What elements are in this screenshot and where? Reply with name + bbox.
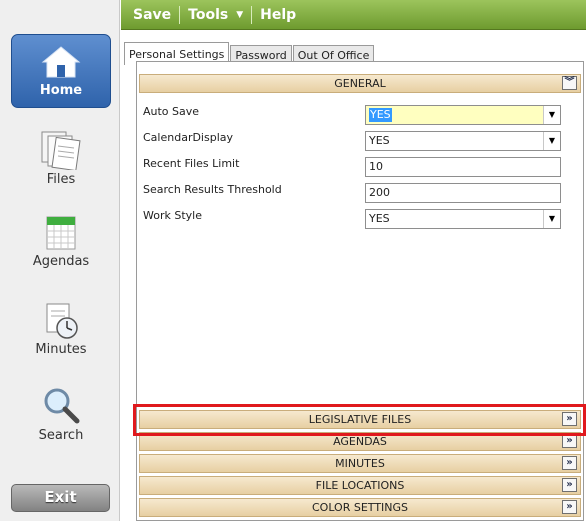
field-label-auto-save: Auto Save — [143, 105, 200, 118]
dropdown-arrow-icon[interactable]: ▼ — [543, 106, 560, 124]
section-header-color-settings[interactable]: COLOR SETTINGS » — [139, 498, 581, 517]
collapse-chevron-icon[interactable]: ︾ — [562, 76, 577, 90]
auto-save-value: YES — [369, 108, 392, 122]
minutes-clock-icon — [46, 303, 78, 339]
exit-button[interactable]: Exit — [11, 484, 110, 512]
recent-files-limit-input[interactable]: 10 — [365, 157, 561, 177]
nav-label-minutes: Minutes — [35, 342, 87, 357]
expand-chevron-icon[interactable]: » — [562, 412, 577, 426]
nav-item-minutes[interactable]: Minutes — [11, 302, 111, 357]
dropdown-arrow-icon[interactable]: ▼ — [543, 132, 560, 150]
expand-chevron-icon[interactable]: » — [562, 434, 577, 448]
section-title-general: GENERAL — [334, 77, 386, 90]
section-title-color-settings: COLOR SETTINGS — [311, 501, 409, 514]
field-label-calendar-display: CalendarDisplay — [143, 131, 234, 144]
dropdown-arrow-icon[interactable]: ▼ — [543, 210, 560, 228]
nav-label-files: Files — [46, 172, 76, 187]
nav-item-home[interactable]: Home — [11, 34, 111, 108]
expand-chevron-icon[interactable]: » — [562, 478, 577, 492]
tools-menu-label: Tools — [188, 6, 229, 23]
save-button[interactable]: Save — [127, 7, 177, 23]
nav-item-files[interactable]: Files — [11, 130, 111, 187]
expand-chevron-icon[interactable]: » — [562, 500, 577, 514]
chevron-down-icon: ▼ — [236, 9, 244, 20]
nav-item-agendas[interactable]: Agendas — [11, 214, 111, 269]
search-results-threshold-input[interactable]: 200 — [365, 183, 561, 203]
search-magnifier-icon — [44, 388, 80, 424]
nav-item-search[interactable]: Search — [11, 386, 111, 443]
section-header-general[interactable]: GENERAL ︾ — [139, 74, 581, 93]
toolbar-divider — [251, 5, 253, 24]
expand-chevron-icon[interactable]: » — [562, 456, 577, 470]
field-label-search-results-threshold: Search Results Threshold — [143, 183, 282, 196]
help-button[interactable]: Help — [254, 7, 302, 23]
calendar-display-select[interactable]: YES ▼ — [365, 131, 561, 151]
files-icon — [41, 131, 81, 170]
section-title-minutes: MINUTES — [335, 457, 385, 470]
section-header-minutes[interactable]: MINUTES » — [139, 454, 581, 473]
agendas-calendar-icon — [46, 216, 76, 250]
section-title-agendas: AGENDAS — [333, 435, 387, 448]
section-header-legislative-files[interactable]: LEGISLATIVE FILES » — [139, 410, 581, 429]
section-header-file-locations[interactable]: FILE LOCATIONS » — [139, 476, 581, 495]
nav-label-agendas: Agendas — [32, 254, 90, 269]
nav-label-home: Home — [39, 83, 83, 98]
work-style-value: YES — [369, 212, 390, 225]
calendar-display-value: YES — [369, 134, 390, 147]
settings-panel: GENERAL ︾ Auto Save YES ▼ CalendarDispla… — [136, 61, 584, 521]
tools-menu-button[interactable]: Tools ▼ — [182, 7, 249, 23]
left-navigation-rail: Home Files Agendas Minutes Search Exit — [0, 0, 120, 521]
top-toolbar: Save Tools ▼ Help — [121, 0, 586, 30]
section-title-legislative-files: LEGISLATIVE FILES — [308, 413, 412, 426]
nav-label-search: Search — [38, 428, 84, 443]
field-label-recent-files-limit: Recent Files Limit — [143, 157, 240, 170]
work-style-select[interactable]: YES ▼ — [365, 209, 561, 229]
section-header-agendas[interactable]: AGENDAS » — [139, 432, 581, 451]
home-icon — [41, 46, 81, 78]
section-title-file-locations: FILE LOCATIONS — [315, 479, 405, 492]
auto-save-select[interactable]: YES ▼ — [365, 105, 561, 125]
toolbar-divider — [179, 5, 181, 24]
field-label-work-style: Work Style — [143, 209, 202, 222]
